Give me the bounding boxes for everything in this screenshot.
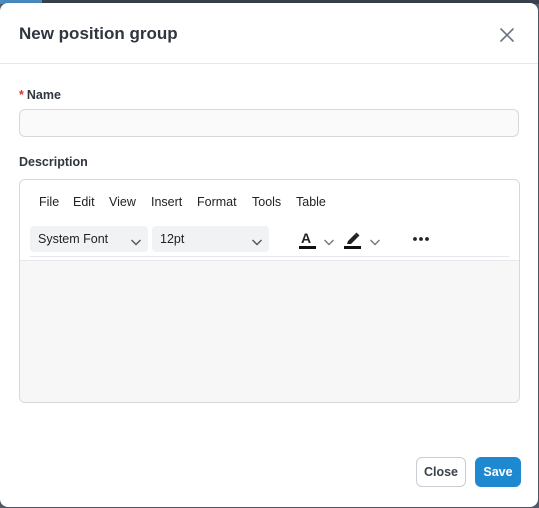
toolbar-divider (30, 256, 509, 257)
chevron-down-icon[interactable] (323, 234, 335, 246)
menu-tools[interactable]: Tools (252, 195, 281, 209)
name-label-text: Name (26, 88, 61, 102)
description-label: Description (19, 155, 88, 169)
menu-insert[interactable]: Insert (151, 195, 182, 209)
menu-table[interactable]: Table (296, 195, 326, 209)
editor-content-area[interactable] (20, 260, 519, 402)
menu-edit[interactable]: Edit (73, 195, 95, 209)
text-color-letter: A (301, 230, 312, 246)
font-family-select[interactable]: System Font (30, 226, 148, 252)
dialog-header: New position group (0, 3, 538, 64)
chevron-down-icon[interactable] (369, 234, 381, 246)
save-button[interactable]: Save (475, 457, 521, 487)
font-size-select[interactable]: 12pt (152, 226, 269, 252)
new-position-group-dialog: New position group * Name Description Fil… (0, 3, 538, 507)
text-color-icon[interactable]: A (298, 228, 318, 250)
name-input[interactable] (19, 109, 519, 137)
menu-file[interactable]: File (39, 195, 59, 209)
rich-text-editor: File Edit View Insert Format Tools Table… (19, 179, 520, 403)
font-family-value: System Font (38, 232, 109, 246)
close-button[interactable]: Close (416, 457, 466, 487)
chevron-down-icon (130, 234, 142, 246)
name-label: * Name (19, 88, 61, 102)
more-horizontal-icon[interactable] (412, 232, 430, 246)
menu-view[interactable]: View (109, 195, 136, 209)
menu-format[interactable]: Format (197, 195, 237, 209)
highlight-marker-icon[interactable] (343, 228, 363, 250)
editor-toolbar: System Font 12pt A (20, 222, 519, 258)
chevron-down-icon (251, 234, 263, 246)
text-color-swatch (299, 246, 316, 249)
required-mark: * (19, 88, 24, 102)
close-icon[interactable] (497, 25, 517, 45)
font-size-value: 12pt (160, 232, 185, 246)
dialog-title: New position group (19, 24, 178, 43)
editor-menubar: File Edit View Insert Format Tools Table (20, 180, 519, 222)
